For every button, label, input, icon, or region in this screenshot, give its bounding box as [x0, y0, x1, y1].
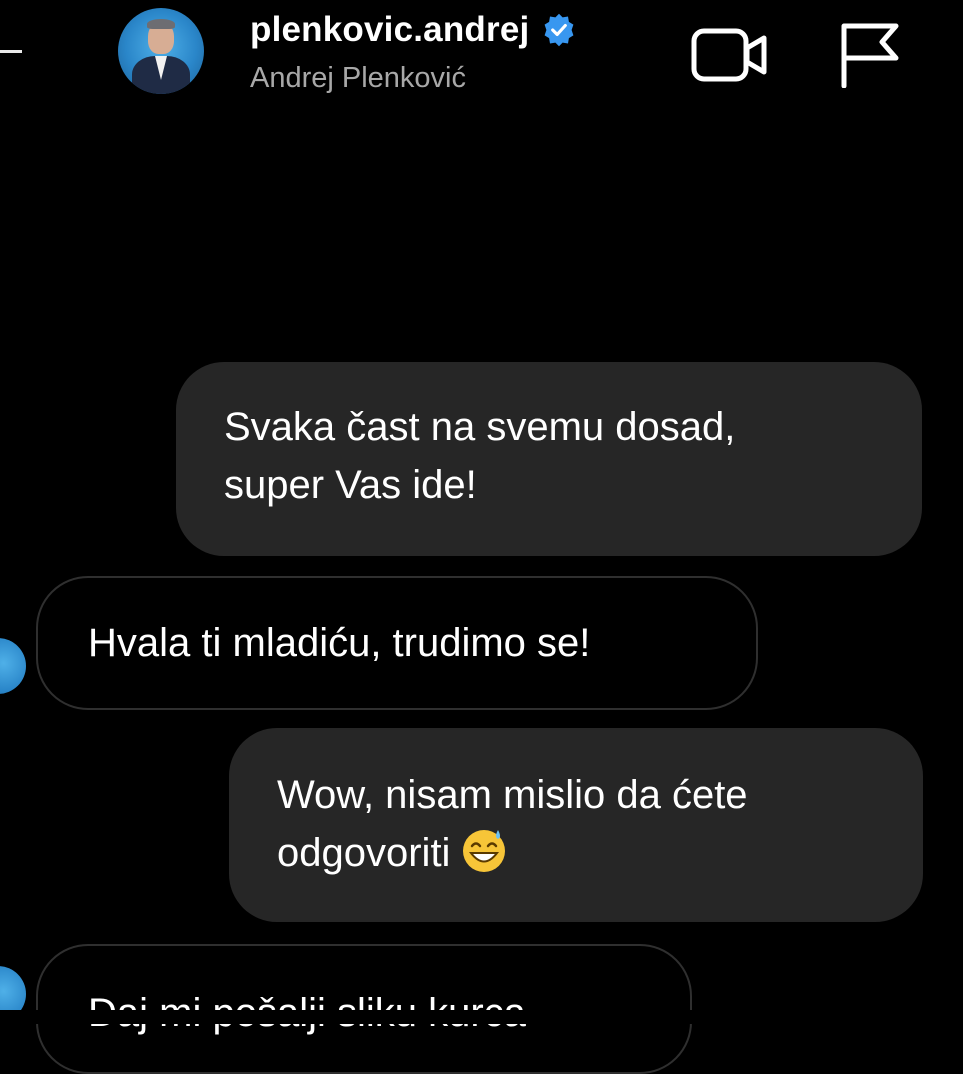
- username-row[interactable]: plenkovic.andrej: [250, 10, 577, 50]
- message-line: Hvala ti mladiću, trudimo se!: [88, 621, 591, 665]
- message-line: super Vas ide!: [224, 463, 477, 507]
- message-bubble-outgoing[interactable]: Wow, nisam mislio da ćete odgovoriti: [229, 728, 923, 922]
- avatar[interactable]: [118, 8, 204, 94]
- username[interactable]: plenkovic.andrej: [250, 10, 529, 50]
- message-line: Svaka čast na svemu dosad,: [224, 405, 736, 449]
- grinning-face-with-sweat-icon: [463, 830, 506, 872]
- back-arrow-icon[interactable]: [0, 50, 22, 53]
- message-bubble-outgoing[interactable]: Svaka čast na svemu dosad, super Vas ide…: [176, 362, 922, 556]
- message-bubble-incoming[interactable]: Daj mi pošalji sliku kurca: [36, 944, 692, 1074]
- message-line-with-emoji: odgovoriti: [277, 824, 893, 882]
- message-bubble-incoming[interactable]: Hvala ti mladiću, trudimo se!: [36, 576, 758, 710]
- flag-icon[interactable]: [838, 20, 902, 88]
- sender-avatar[interactable]: [0, 638, 26, 694]
- message-text: odgovoriti: [277, 831, 451, 875]
- message-line: Wow, nisam mislio da ćete: [277, 773, 748, 817]
- video-camera-icon[interactable]: [690, 26, 770, 84]
- bottom-edge: [0, 1010, 963, 1024]
- avatar-hair: [147, 19, 175, 29]
- verified-badge-icon: [545, 13, 574, 47]
- display-name: Andrej Plenković: [250, 62, 466, 94]
